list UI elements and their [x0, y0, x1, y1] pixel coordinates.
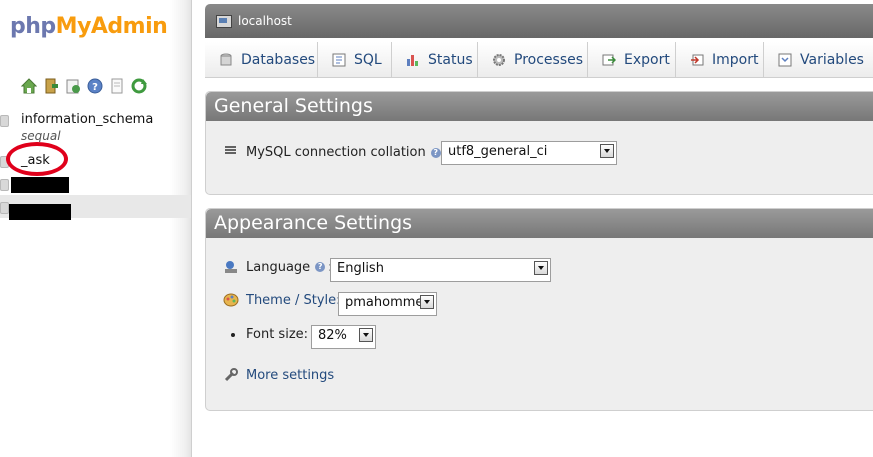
collation-label: MySQL connection collation [246, 145, 426, 160]
exit-icon[interactable] [43, 78, 59, 94]
server-breadcrumb-bar: localhost [205, 4, 873, 38]
db-item-partial-peek: sequal [21, 130, 61, 142]
database-icon [0, 179, 9, 191]
variables-icon [778, 53, 792, 67]
language-icon [223, 259, 239, 275]
docs-icon[interactable] [109, 78, 125, 94]
collation-select[interactable]: utf8_general_ci [441, 141, 617, 165]
redaction-block [9, 204, 71, 220]
tab-processes[interactable]: Processes [478, 42, 588, 77]
tab-label: Databases [241, 51, 316, 68]
wrench-icon [223, 367, 239, 383]
tab-label: Export [624, 51, 670, 68]
logo-myadmin: MyAdmin [55, 14, 168, 39]
list-icon [225, 145, 236, 160]
server-icon [216, 15, 232, 28]
main-tabs: Databases SQL Status Processes Export Im… [205, 42, 873, 78]
font-size-row: Font size: [231, 327, 308, 342]
chevron-down-icon[interactable] [600, 144, 614, 158]
general-settings-panel: General Settings MySQL connection collat… [205, 91, 873, 195]
theme-link[interactable]: Theme / Style: [246, 293, 341, 308]
logo-php: php [10, 14, 56, 39]
tab-databases[interactable]: Databases [205, 42, 318, 77]
help-icon[interactable]: ? [430, 147, 441, 158]
tab-variables[interactable]: Variables [764, 42, 873, 77]
appearance-settings-title: Appearance Settings [206, 209, 873, 238]
language-label: Language [246, 259, 311, 275]
tab-label: Status [428, 51, 473, 68]
phpmyadmin-logo[interactable]: phpMyAdmin [10, 14, 168, 39]
palette-icon [223, 292, 239, 308]
navigation-panel: phpMyAdmin ? information_schema _ask seq… [0, 0, 192, 457]
theme-row: Theme / Style: [223, 292, 341, 308]
home-icon[interactable] [20, 78, 38, 94]
font-size-value: 82% [318, 328, 347, 343]
tab-sql[interactable]: SQL [318, 42, 392, 77]
font-size-select[interactable]: 82% [311, 325, 376, 349]
tab-status[interactable]: Status [392, 42, 478, 77]
import-icon [690, 53, 704, 67]
appearance-settings-panel: Appearance Settings Language ?: English … [205, 208, 873, 411]
tab-label: Processes [514, 51, 584, 68]
tab-label: Variables [800, 51, 864, 68]
export-icon [602, 53, 617, 67]
navigation-icon-bar: ? [20, 78, 147, 94]
status-chart-icon [406, 53, 420, 67]
db-item-label: information_schema [21, 112, 154, 127]
sql-query-icon[interactable] [65, 78, 81, 94]
gear-icon [492, 53, 506, 67]
collation-value: utf8_general_ci [448, 144, 548, 159]
font-size-label: Font size: [246, 327, 309, 342]
chevron-down-icon[interactable] [359, 328, 373, 342]
tab-label: SQL [354, 51, 382, 68]
theme-select[interactable]: pmahomme [338, 292, 437, 316]
tab-label: Import [712, 51, 759, 68]
sql-icon [332, 53, 346, 67]
database-icon [219, 53, 233, 67]
language-row: Language ?: [223, 259, 333, 275]
theme-value: pmahomme [345, 295, 424, 310]
tab-export[interactable]: Export [588, 42, 676, 77]
help-icon[interactable]: ? [87, 78, 103, 94]
general-settings-title: General Settings [206, 92, 873, 121]
reload-icon[interactable] [131, 78, 147, 94]
more-settings-row: More settings [223, 367, 334, 383]
bullet-icon [231, 332, 235, 337]
language-value: English [337, 261, 384, 276]
tab-import[interactable]: Import [676, 42, 764, 77]
help-icon[interactable]: ? [315, 262, 326, 272]
more-settings-link[interactable]: More settings [246, 368, 334, 383]
annotation-circle [6, 142, 68, 176]
server-link[interactable]: localhost [238, 14, 292, 28]
svg-text:?: ? [92, 82, 98, 93]
chevron-down-icon[interactable] [420, 295, 434, 309]
chevron-down-icon[interactable] [534, 261, 548, 275]
redaction-block [11, 177, 69, 193]
db-item-information-schema[interactable]: information_schema [0, 108, 191, 131]
language-select[interactable]: English [330, 258, 551, 282]
collation-row: MySQL connection collation ?: [225, 145, 448, 160]
database-icon [0, 202, 9, 214]
database-icon [0, 115, 9, 127]
